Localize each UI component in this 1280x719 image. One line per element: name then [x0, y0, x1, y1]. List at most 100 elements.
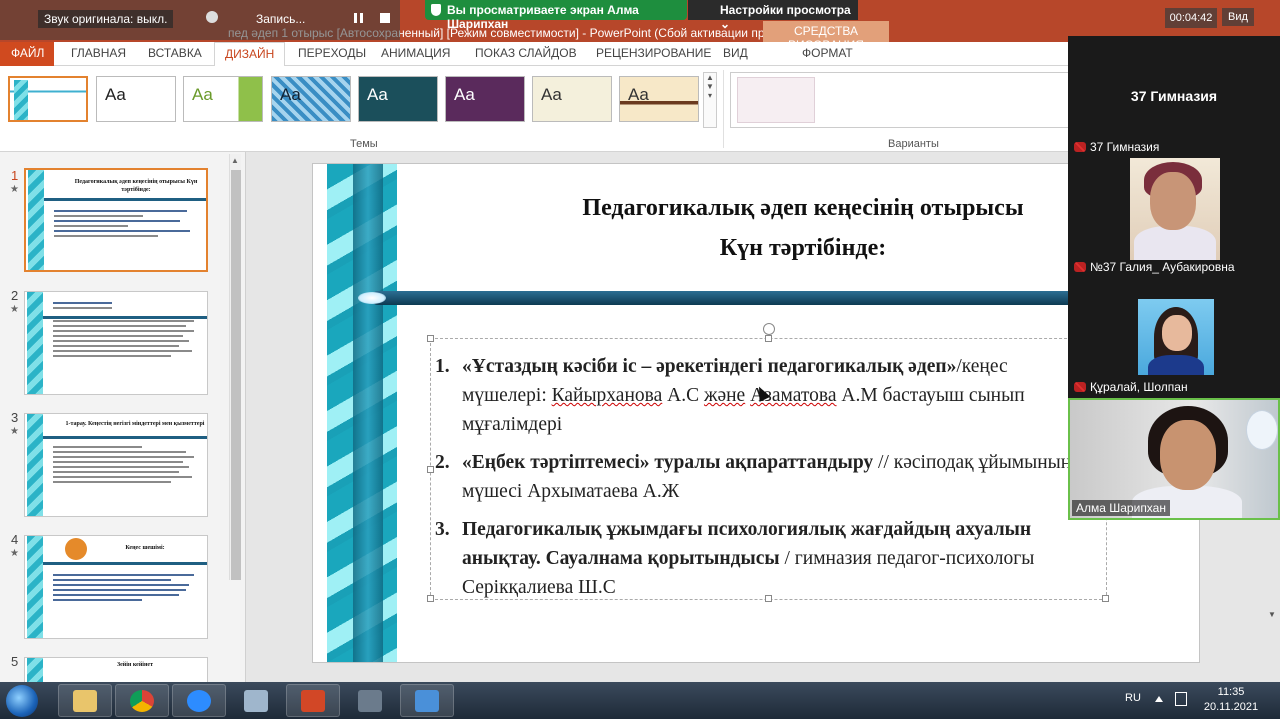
contextual-tab-drawing-tools: СРЕДСТВА РИСОВАНИЯ	[763, 21, 889, 52]
calculator-icon	[244, 690, 268, 712]
participant-video[interactable]	[1130, 158, 1220, 260]
resize-handle[interactable]	[427, 466, 434, 473]
slide-title[interactable]: Педагогикалық әдеп кеңесінің отырысы Күн…	[503, 188, 1103, 268]
chevron-down-icon: ⌄	[720, 17, 731, 31]
scrollbar-thumb[interactable]	[231, 170, 241, 580]
scroll-down-icon[interactable]: ▼	[704, 82, 716, 91]
slide-thumbnail-2[interactable]	[24, 291, 208, 395]
theme-sample-text: Aa	[192, 85, 213, 104]
slide-bar-highlight	[358, 292, 386, 304]
system-clock[interactable]: 11:35 20.11.2021	[1196, 685, 1266, 715]
thumb-number: 2	[11, 288, 19, 303]
theme-sample-text: Aa	[454, 85, 475, 104]
thumb-number: 3	[11, 410, 19, 425]
language-indicator[interactable]: RU	[1125, 692, 1141, 704]
view-button[interactable]: Вид	[1222, 8, 1254, 26]
thumb-lines	[54, 210, 202, 240]
taskbar-app[interactable]	[343, 684, 397, 717]
resize-handle[interactable]	[427, 595, 434, 602]
resize-handle[interactable]	[765, 335, 772, 342]
slide-title-line-2: Күн тәртібінде:	[719, 235, 887, 261]
mic-muted-icon	[1074, 382, 1086, 392]
agenda-item: 2. «Еңбек тәртіптемесі» туралы ақпаратта…	[435, 448, 1075, 506]
shield-icon	[431, 4, 441, 16]
taskbar-explorer[interactable]	[58, 684, 112, 717]
tab-review[interactable]: РЕЦЕНЗИРОВАНИЕ	[596, 46, 711, 60]
tab-design[interactable]: ДИЗАЙН	[214, 42, 286, 67]
theme-wood[interactable]: Aa	[619, 76, 699, 122]
taskbar-chrome[interactable]	[115, 684, 169, 717]
more-themes-icon[interactable]: ▾	[704, 91, 716, 100]
slide-thumbnail-5[interactable]: Зейін кейінет	[24, 657, 208, 683]
clock-time: 11:35	[1217, 686, 1245, 698]
thumbnails-scrollbar[interactable]: ▲	[229, 154, 241, 580]
zoom-recording-bar: Звук оригинала: выкл. Запись...	[0, 0, 400, 40]
theme-facet[interactable]: Aa	[183, 76, 263, 122]
tab-animation[interactable]: АНИМАЦИЯ	[381, 46, 450, 60]
thumb-star: ★	[10, 426, 19, 437]
thumb-number: 1	[11, 168, 19, 183]
pause-icon-bar[interactable]	[360, 13, 363, 23]
view-settings-button[interactable]: Настройки просмотра ⌄	[688, 0, 858, 31]
resize-handle[interactable]	[1102, 595, 1109, 602]
tab-format[interactable]: ФОРМАТ	[802, 46, 853, 60]
participant-name: Алма Шарипхан	[1072, 500, 1170, 516]
agenda-item: 1. «Ұстаздың кәсіби іс – әрекетіндегі пе…	[435, 352, 1075, 439]
pause-icon[interactable]	[354, 13, 357, 23]
view-settings-label: Настройки просмотра	[720, 3, 851, 17]
tab-view[interactable]: ВИД	[723, 46, 748, 60]
tab-transitions[interactable]: ПЕРЕХОДЫ	[298, 46, 366, 60]
variant-1[interactable]	[737, 77, 815, 123]
themes-scroll[interactable]: ▲ ▼ ▾	[703, 72, 717, 128]
theme-current[interactable]	[8, 76, 88, 122]
taskbar-powerpoint[interactable]	[286, 684, 340, 717]
active-speaker-video[interactable]: Алма Шарипхан	[1068, 398, 1280, 520]
thumb-number: 5	[11, 654, 19, 669]
zoom-participants-panel: 37 Гимназия 37 Гимназия №37 Галия_ Аубак…	[1068, 36, 1280, 520]
thumb-title: 1-тарау. Кеңестің негізгі міндеттері мен…	[65, 421, 205, 427]
tab-file[interactable]: ФАЙЛ	[0, 42, 54, 66]
taskbar-zoom[interactable]	[172, 684, 226, 717]
thumb-number: 4	[11, 532, 19, 547]
theme-ion[interactable]: Aa	[358, 76, 438, 122]
theme-organic[interactable]: Aa	[532, 76, 612, 122]
theme-office[interactable]: Aa	[96, 76, 176, 122]
tab-home[interactable]: ГЛАВНАЯ	[71, 46, 126, 60]
meeting-timer: 00:04:42	[1165, 8, 1217, 28]
slide-ribbon-shadow	[353, 164, 383, 662]
balloon-decoration	[1246, 410, 1278, 450]
tray-expand-icon[interactable]	[1155, 696, 1163, 702]
clock-date: 20.11.2021	[1203, 701, 1259, 713]
stop-icon[interactable]	[380, 13, 390, 23]
variants-group-label: Варианты	[888, 138, 939, 150]
action-center-icon[interactable]	[1175, 692, 1187, 706]
scroll-up-icon[interactable]: ▲	[704, 73, 716, 82]
thumb-bar	[43, 436, 207, 439]
windows-taskbar: RU 11:35 20.11.2021	[0, 682, 1280, 719]
participant-avatar[interactable]	[1138, 299, 1214, 375]
slide-thumbnail-1[interactable]: Педагогикалық әдеп кеңесінің отырысы Күн…	[24, 168, 208, 272]
screen-share-banner: Вы просматриваете экран Алма Шарипхан	[425, 0, 687, 31]
resize-handle[interactable]	[427, 335, 434, 342]
theme-ion-pattern[interactable]: Aa	[271, 76, 351, 122]
thumb-ribbon	[27, 536, 43, 638]
taskbar-app-active[interactable]	[400, 684, 454, 717]
tab-slideshow[interactable]: ПОКАЗ СЛАЙДОВ	[475, 46, 577, 60]
themes-group-label: Темы	[350, 138, 378, 150]
slide-thumbnail-4[interactable]: Кеңес шешімі:	[24, 535, 208, 639]
original-audio-toggle[interactable]: Звук оригинала: выкл.	[38, 10, 174, 28]
slide-canvas[interactable]: Педагогикалық әдеп кеңесінің отырысы Күн…	[312, 163, 1200, 663]
scroll-up-icon[interactable]: ▲	[231, 156, 239, 165]
thumb-star: ★	[10, 548, 19, 559]
slide-thumbnail-3[interactable]: 1-тарау. Кеңестің негізгі міндеттері мен…	[24, 413, 208, 517]
participant-name: 37 Гимназия	[1068, 140, 1280, 154]
theme-ribbon-pattern	[14, 80, 28, 120]
scroll-down-icon[interactable]: ▼	[1266, 610, 1278, 630]
start-button[interactable]	[6, 685, 38, 717]
taskbar-calculator[interactable]	[229, 684, 283, 717]
theme-sample-text: Aa	[367, 85, 388, 104]
tab-insert[interactable]: ВСТАВКА	[148, 46, 202, 60]
thumb-star: ★	[10, 304, 19, 315]
theme-ion-boardroom[interactable]: Aa	[445, 76, 525, 122]
rotate-handle[interactable]	[763, 323, 775, 335]
